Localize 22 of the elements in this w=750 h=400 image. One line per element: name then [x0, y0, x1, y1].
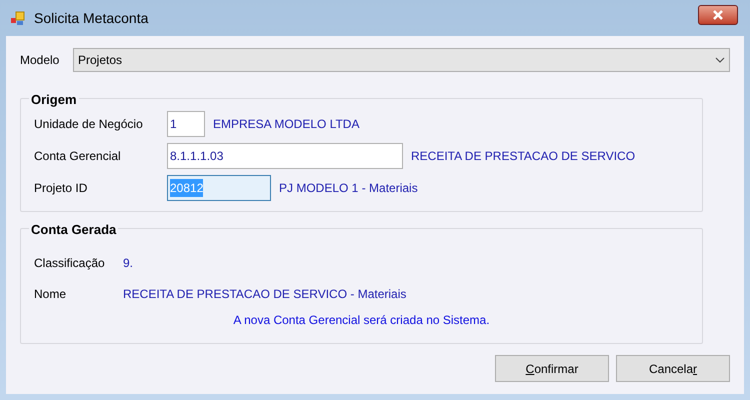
close-icon: [712, 10, 724, 20]
field-label: Classificação: [34, 254, 106, 272]
close-button[interactable]: [698, 5, 738, 25]
field-label: Modelo: [20, 52, 60, 69]
field-description: EMPRESA MODELO LTDA: [213, 116, 360, 133]
field-label: Conta Gerencial: [34, 148, 122, 165]
field-value: RECEITA DE PRESTACAO DE SERVICO - Materiais: [123, 286, 406, 302]
chevron-down-icon: [715, 57, 725, 63]
text-field[interactable]: 8.1.1.1.03: [167, 143, 403, 169]
app-icon: [10, 10, 26, 26]
field-description: PJ MODELO 1 - Materiais: [279, 180, 418, 197]
field-label: Unidade de Negócio: [34, 116, 144, 133]
text-field[interactable]: 1: [167, 111, 205, 137]
dialog-button[interactable]: Cancelar: [616, 355, 730, 382]
field-value: 9.: [123, 254, 134, 272]
field-description: RECEITA DE PRESTACAO DE SERVICO: [411, 148, 636, 165]
field-label: Projeto ID: [34, 180, 88, 197]
info-message: A nova Conta Gerencial será criada no Sistema.: [233, 312, 490, 329]
field-label: Nome: [34, 286, 68, 302]
window-title: Solicita Metaconta: [34, 8, 148, 28]
model-dropdown[interactable]: Projetos: [73, 48, 730, 72]
dialog-button[interactable]: Confirmar: [495, 355, 609, 382]
